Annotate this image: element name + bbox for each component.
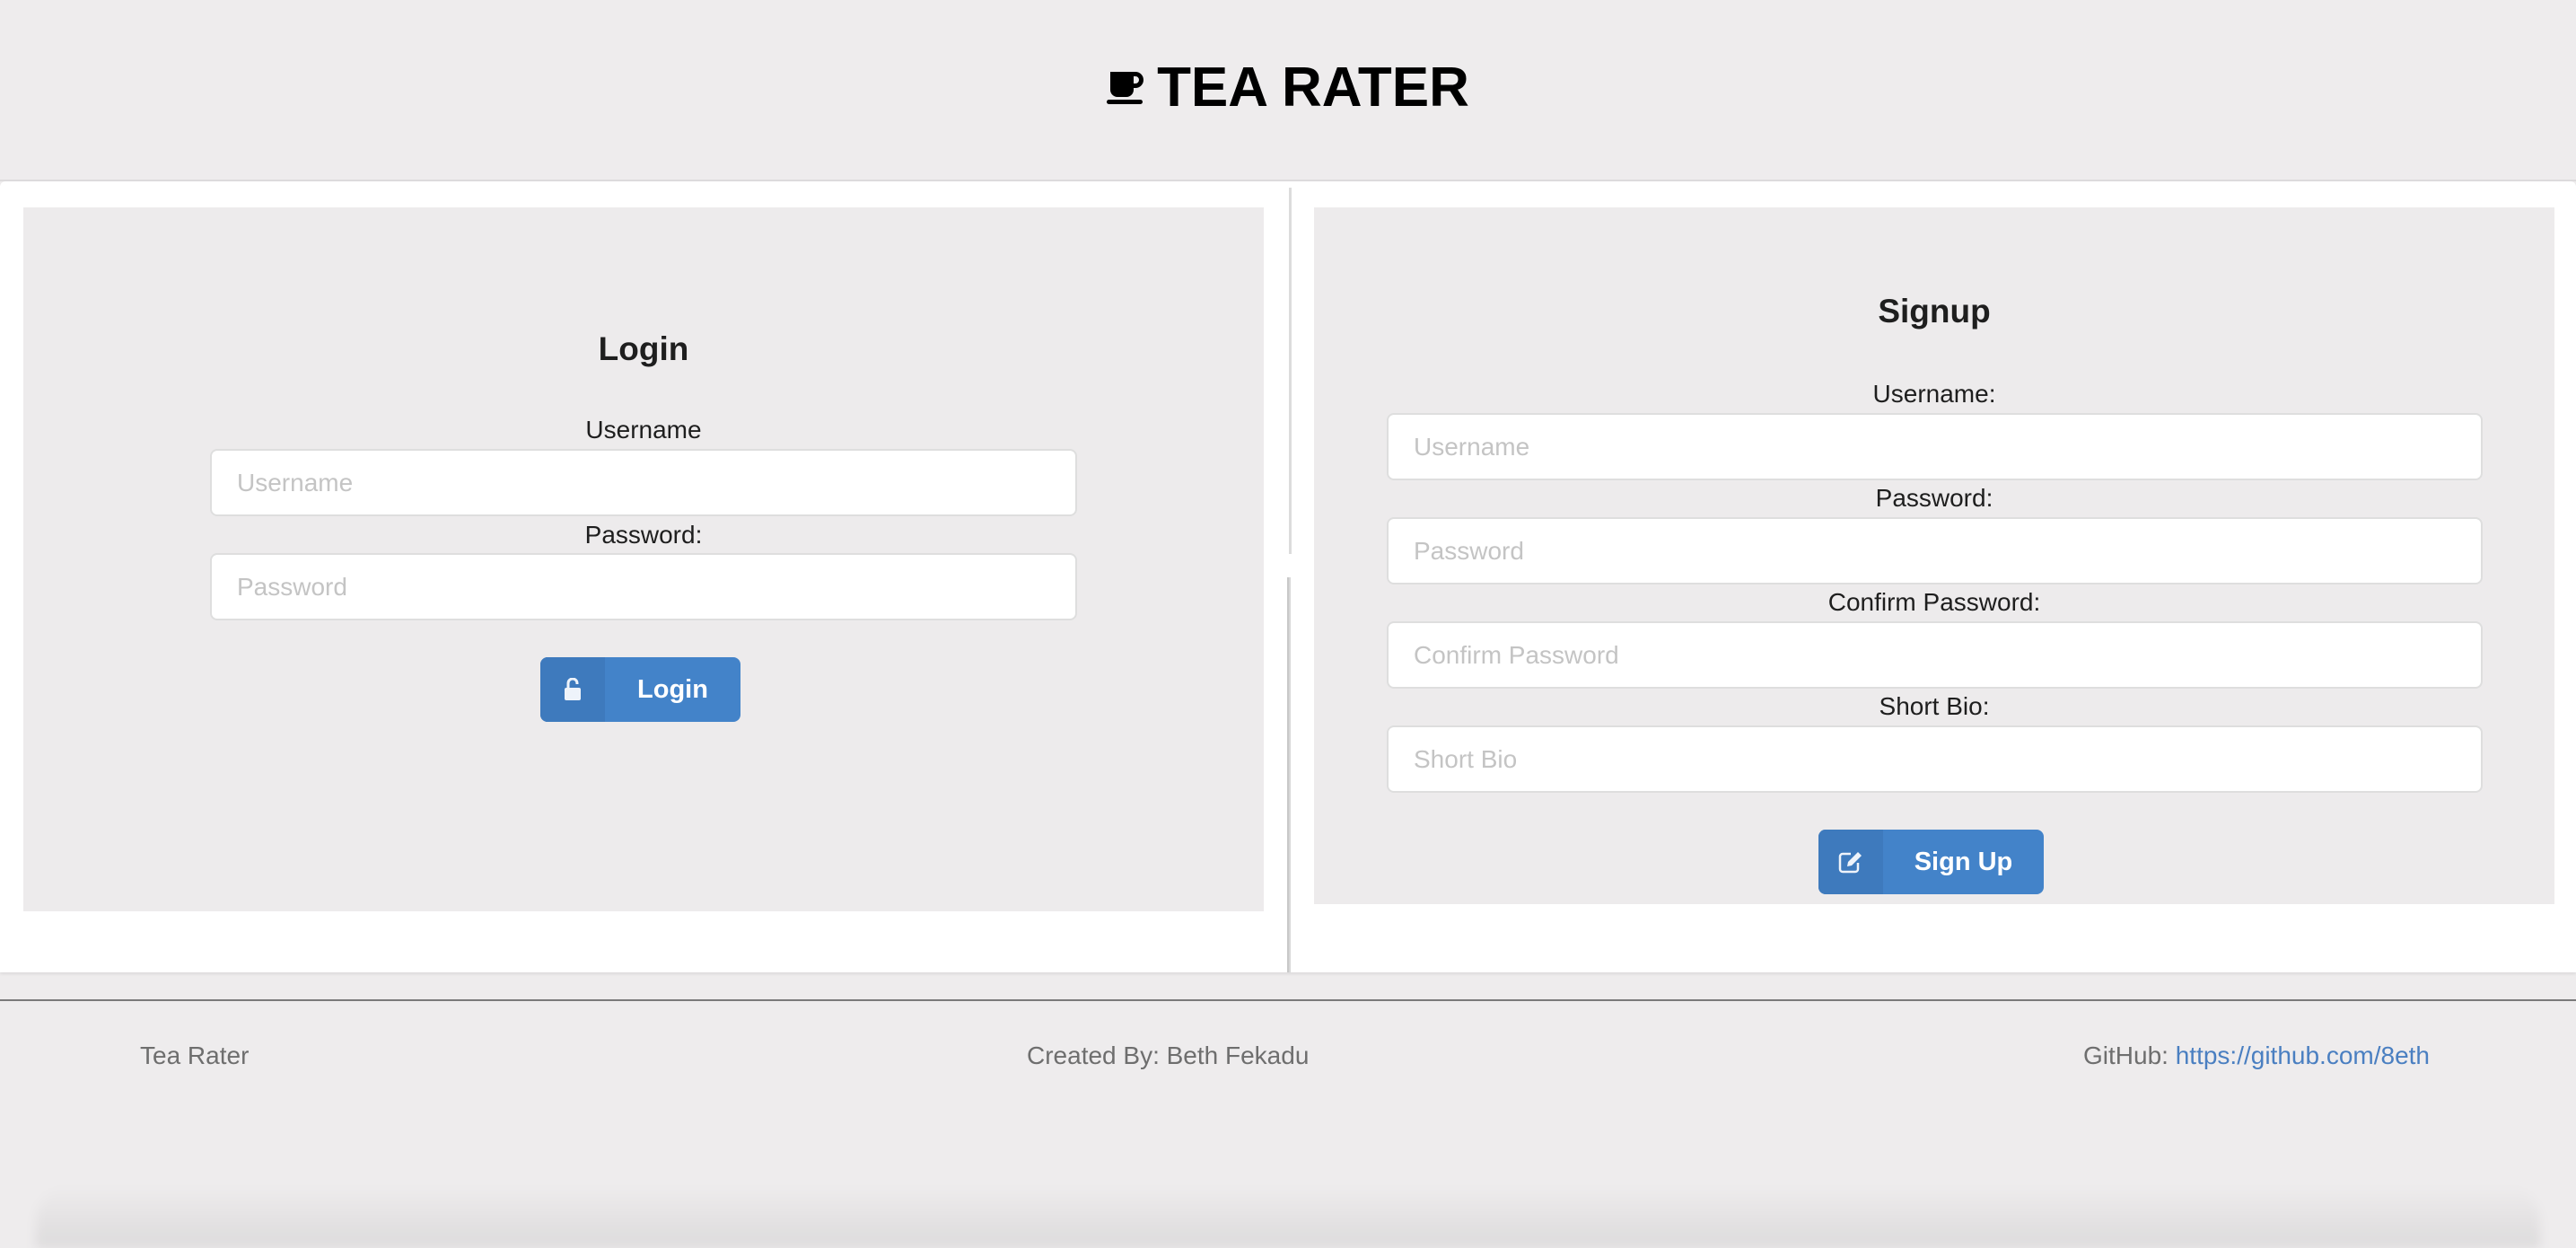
signup-confirm-password-label: Confirm Password: (1827, 588, 2041, 616)
site-header: TEA RATER (0, 0, 2576, 181)
footer-divider (0, 999, 2576, 1001)
signup-confirm-password-input[interactable] (1387, 621, 2483, 689)
signup-panel: Signup Username: Password: Confirm Passw… (1314, 207, 2554, 904)
login-heading: Login (598, 330, 689, 367)
signup-password-input[interactable] (1387, 517, 2483, 584)
signup-heading: Signup (1878, 293, 1991, 330)
signup-bio-label: Short Bio: (1879, 692, 1990, 720)
site-title: TEA RATER (0, 52, 2576, 127)
signup-username-label: Username: (1872, 380, 1996, 408)
signup-button-label: Sign Up (1914, 848, 2013, 876)
main-content: Login Username Password: Login Signup Us… (0, 181, 2576, 972)
signup-button[interactable]: Sign Up (1818, 830, 2044, 894)
unlock-icon (540, 657, 605, 722)
login-button[interactable]: Login (540, 657, 740, 722)
bottom-shadow (36, 1185, 2540, 1248)
footer-github: GitHub: https://github.com/8eth (2083, 1038, 2430, 1074)
column-divider (1289, 188, 1292, 554)
footer-site-name: Tea Rater (140, 1041, 250, 1069)
login-button-label: Login (637, 675, 708, 704)
signup-password-label: Password: (1875, 484, 1993, 512)
coffee-cup-icon (1107, 52, 1148, 124)
signup-username-input[interactable] (1387, 413, 2483, 480)
github-link[interactable]: https://github.com/8eth (2176, 1041, 2430, 1069)
login-password-label: Password: (584, 521, 703, 549)
site-title-text: TEA RATER (1157, 57, 1469, 119)
login-password-input[interactable] (210, 553, 1077, 620)
github-label: GitHub: (2083, 1041, 2169, 1069)
edit-icon (1818, 830, 1883, 894)
signup-bio-input[interactable] (1387, 725, 2483, 793)
login-panel: Login Username Password: Login (23, 207, 1264, 911)
login-username-label: Username (585, 416, 702, 444)
scrollbar[interactable] (1287, 577, 1291, 972)
footer-credit: Created By: Beth Fekadu (1027, 1041, 1310, 1069)
login-username-input[interactable] (210, 449, 1077, 516)
